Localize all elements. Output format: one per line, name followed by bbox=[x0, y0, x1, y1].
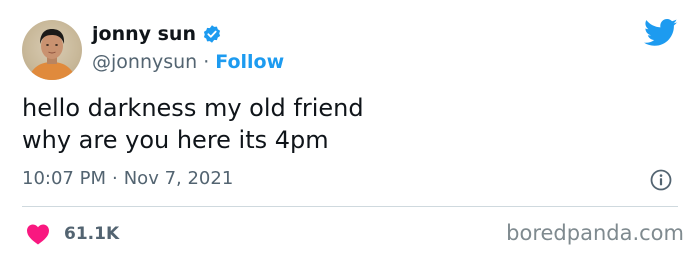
tweet-date[interactable]: Nov 7, 2021 bbox=[124, 167, 234, 191]
follow-button[interactable]: Follow bbox=[215, 50, 284, 74]
likes-row: 61.1K bbox=[26, 223, 119, 245]
avatar-portrait bbox=[28, 29, 76, 80]
tweet-card: jonny sun @jonnysun · Follow hello darkn… bbox=[0, 0, 700, 257]
heart-icon[interactable] bbox=[26, 223, 50, 245]
watermark-text: boredpanda.com bbox=[506, 221, 684, 245]
divider bbox=[22, 206, 678, 207]
info-icon[interactable] bbox=[649, 168, 673, 192]
tweet-text: hello darkness my old friend why are you… bbox=[22, 94, 364, 154]
avatar[interactable] bbox=[22, 20, 82, 80]
like-count[interactable]: 61.1K bbox=[64, 223, 119, 245]
author-handle-row: @jonnysun · Follow bbox=[92, 50, 284, 74]
author-display-name[interactable]: jonny sun bbox=[92, 22, 196, 46]
verified-badge-icon bbox=[202, 24, 222, 44]
author-handle[interactable]: @jonnysun bbox=[92, 50, 197, 74]
timestamp-row[interactable]: 10:07 PM · Nov 7, 2021 bbox=[22, 167, 233, 191]
separator-dot: · bbox=[111, 168, 118, 189]
twitter-bird-icon[interactable] bbox=[644, 18, 678, 48]
author-name-row: jonny sun bbox=[92, 22, 222, 46]
separator-dot: · bbox=[203, 51, 210, 73]
tweet-time[interactable]: 10:07 PM bbox=[22, 167, 106, 191]
